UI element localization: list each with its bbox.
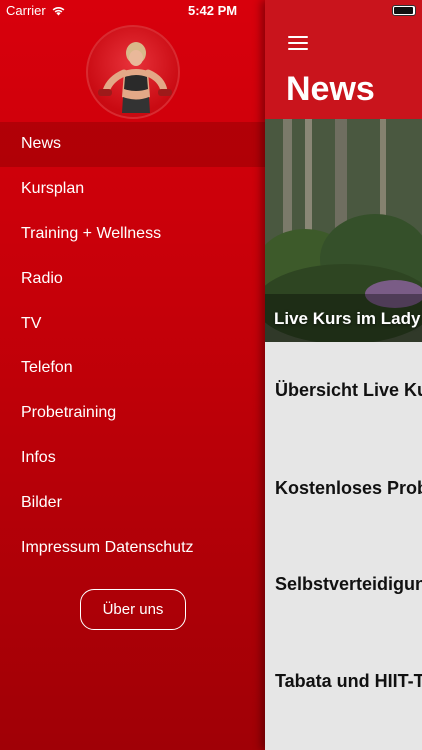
hero-caption: Live Kurs im Lady [274,309,421,328]
menu-item-tv[interactable]: TV [0,301,265,346]
menu-item-infos[interactable]: Infos [0,436,265,481]
drawer-menu: News Kursplan Training + Wellness Radio … [0,122,265,570]
status-bar: Carrier 5:42 PM [0,0,422,22]
news-item[interactable]: Übersicht Live Ku [275,380,422,401]
avatar-image [86,25,180,119]
menu-item-telefon[interactable]: Telefon [0,346,265,391]
menu-item-label: Impressum Datenschutz [21,538,194,556]
menu-icon[interactable] [288,36,308,50]
menu-item-label: Training + Wellness [21,224,162,242]
menu-item-kursplan[interactable]: Kursplan [0,167,265,212]
menu-item-label: Infos [21,448,56,466]
side-drawer: News Kursplan Training + Wellness Radio … [0,0,265,750]
news-item[interactable]: Selbstverteidigun [275,574,422,595]
menu-item-impressum[interactable]: Impressum Datenschutz [0,525,265,570]
menu-item-label: Probetraining [21,404,117,422]
wifi-icon [52,7,65,16]
menu-item-probetraining[interactable]: Probetraining [0,391,265,436]
menu-item-label: Telefon [21,359,73,377]
menu-item-radio[interactable]: Radio [0,256,265,301]
carrier-label: Carrier [6,3,46,18]
menu-item-bilder[interactable]: Bilder [0,480,265,525]
news-item[interactable]: Tabata und HIIT-T [275,671,422,692]
status-time: 5:42 PM [188,3,238,18]
page-title: News [286,70,375,108]
menu-item-news[interactable]: News [0,122,265,167]
menu-item-training-wellness[interactable]: Training + Wellness [0,212,265,257]
main-content: News Live Kurs im Lady Übersicht Live Ku… [265,0,422,750]
hero-image[interactable]: Live Kurs im Lady [265,119,422,342]
menu-item-label: Kursplan [21,180,85,198]
fitness-woman-illustration [98,42,172,113]
carrier-group: Carrier [6,3,66,18]
about-us-button[interactable]: Über uns [80,589,186,630]
battery-icon [392,5,416,16]
menu-item-label: Radio [21,269,63,287]
menu-item-label: News [21,135,62,153]
menu-item-label: Bilder [21,493,62,511]
menu-item-label: TV [21,314,42,332]
news-item[interactable]: Kostenloses Prob [275,478,422,499]
